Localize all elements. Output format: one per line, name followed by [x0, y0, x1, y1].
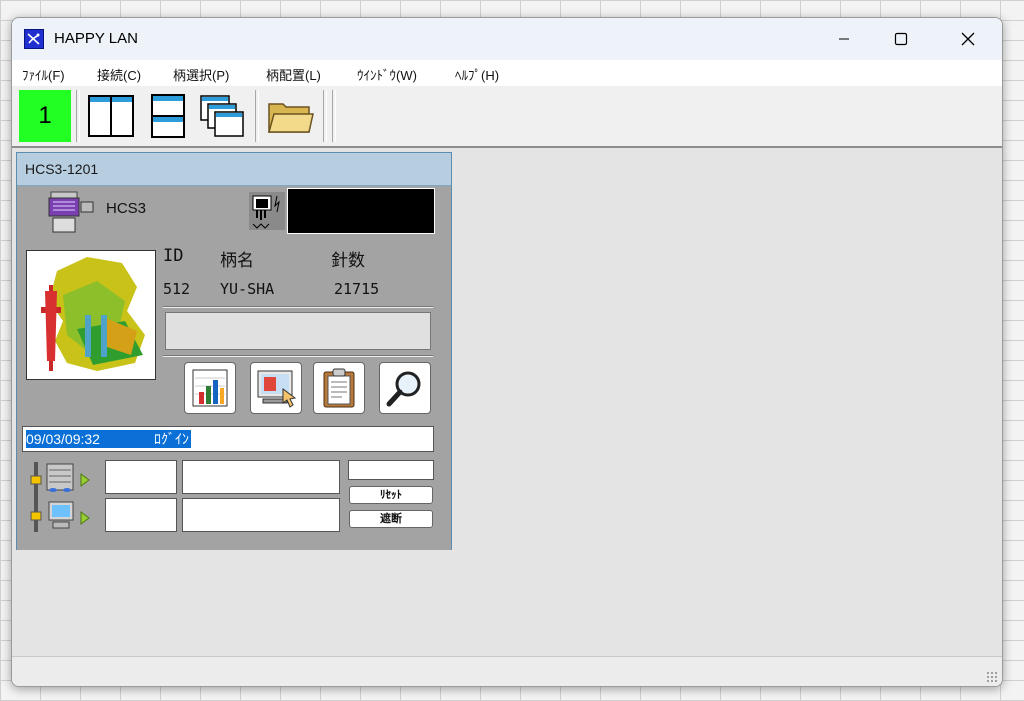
machine-window-title: HCS3-1201 — [25, 161, 99, 177]
pattern-transfer-button[interactable] — [250, 362, 302, 414]
minimize-button[interactable] — [821, 18, 867, 60]
embroidery-machine-icon — [48, 191, 94, 233]
status-bar — [12, 656, 1002, 686]
clipboard-button[interactable] — [313, 362, 365, 414]
status-display-box — [287, 188, 435, 234]
divider — [163, 306, 433, 308]
toolbar-separator — [323, 90, 327, 142]
log-entry: 09/03/09:32 ﾛｸﾞｲﾝ — [26, 430, 191, 448]
app-window: HAPPY LAN ﾌｧｲﾙ(F) 接続(C) 柄選択(P) 柄配置(L) ｳｲ… — [11, 17, 1003, 687]
tile-vertical-button[interactable] — [86, 92, 136, 140]
machine-window-title-bar[interactable]: HCS3-1201 — [17, 153, 451, 185]
pc-message-field — [182, 498, 340, 532]
mdi-workspace: HCS3-1201 HCS3 ID 柄名 針数 512 YU-SHA 21715… — [12, 148, 1002, 656]
menu-pattern-layout[interactable]: 柄配置(L) — [266, 65, 321, 84]
close-button[interactable] — [945, 18, 991, 60]
toolbar: 1 — [12, 86, 1002, 148]
id-header: ID — [163, 246, 184, 266]
pattern-name-header: 柄名 — [220, 251, 254, 271]
maximize-button[interactable] — [878, 18, 924, 60]
tile-horizontal-button[interactable] — [143, 92, 193, 140]
menu-help[interactable]: ﾍﾙﾌﾟ(H) — [455, 65, 499, 84]
toolbar-separator — [76, 90, 80, 142]
pattern-thumbnail[interactable] — [26, 250, 156, 380]
log-event: ﾛｸﾞｲﾝ — [153, 431, 189, 447]
cascade-button[interactable] — [197, 92, 247, 140]
network-link-icon — [30, 462, 90, 532]
resize-grip[interactable] — [986, 671, 998, 683]
cutoff-button[interactable]: 遮断 — [349, 510, 433, 528]
machine-status-field — [105, 460, 177, 494]
menu-window[interactable]: ｳｲﾝﾄﾞｳ(W) — [357, 65, 417, 84]
open-folder-button[interactable] — [265, 92, 315, 140]
minimize-icon — [839, 38, 849, 40]
machine-window: HCS3-1201 HCS3 ID 柄名 針数 512 YU-SHA 21715… — [16, 152, 452, 550]
message-box — [165, 312, 431, 350]
title-bar[interactable]: HAPPY LAN — [12, 18, 1002, 60]
tile-horizontal-icon — [151, 94, 185, 138]
menu-bar: ﾌｧｲﾙ(F) 接続(C) 柄選択(P) 柄配置(L) ｳｲﾝﾄﾞｳ(W) ﾍﾙ… — [12, 60, 1002, 86]
production-chart-button[interactable] — [184, 362, 236, 414]
log-timestamp: 09/03/09:32 — [26, 431, 100, 447]
counter-field — [348, 460, 434, 480]
magnifier-icon — [386, 371, 421, 407]
clipboard-icon — [323, 368, 355, 408]
cascade-icon — [200, 95, 244, 137]
toolbar-separator — [332, 90, 336, 142]
divider — [163, 355, 433, 357]
menu-file[interactable]: ﾌｧｲﾙ(F) — [22, 65, 65, 84]
toolbar-separator — [255, 90, 259, 142]
tile-vertical-icon — [88, 95, 134, 137]
search-button[interactable] — [379, 362, 431, 414]
machine-window-body: HCS3 ID 柄名 針数 512 YU-SHA 21715 09/03/09:… — [17, 185, 451, 550]
id-value: 512 — [163, 280, 191, 298]
folder-open-icon — [268, 103, 314, 133]
pattern-name-value: YU-SHA — [220, 280, 275, 298]
menu-pattern-select[interactable]: 柄選択(P) — [173, 65, 229, 84]
stitch-count-value: 21715 — [334, 280, 380, 298]
pattern-preview-image — [41, 257, 145, 371]
pc-status-field — [105, 498, 177, 532]
app-logo-icon — [24, 29, 44, 49]
close-icon — [961, 32, 975, 46]
reset-button[interactable]: ﾘｾｯﾄ — [349, 486, 433, 504]
maximize-icon — [894, 32, 908, 46]
machine-model-label: HCS3 — [106, 200, 147, 217]
window-title: HAPPY LAN — [54, 30, 138, 47]
machine-number-button[interactable]: 1 — [19, 90, 71, 142]
menu-connect[interactable]: 接続(C) — [97, 65, 141, 84]
log-field[interactable]: 09/03/09:32 ﾛｸﾞｲﾝ — [22, 426, 434, 452]
pattern-monitor-icon — [257, 370, 297, 408]
needle-status-icon — [249, 192, 285, 230]
bar-chart-icon — [192, 369, 228, 407]
machine-message-field — [182, 460, 340, 494]
stitch-count-header: 針数 — [331, 251, 365, 271]
